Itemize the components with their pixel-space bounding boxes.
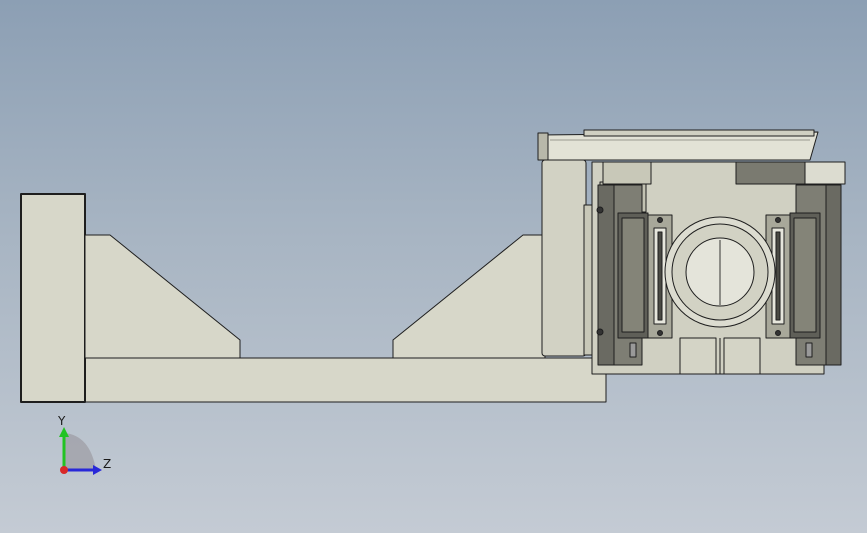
axis-triad	[59, 427, 102, 475]
z-axis-label: Z	[103, 457, 112, 471]
xy-plane-icon	[64, 433, 96, 470]
top-rail-cap	[583, 129, 815, 137]
cad-model	[20, 129, 846, 403]
left-gusset	[84, 234, 241, 359]
cad-viewport[interactable]: Y Z	[0, 0, 867, 533]
end-block	[20, 193, 86, 403]
side-column	[541, 159, 587, 357]
x-axis-dot	[60, 466, 68, 474]
right-gusset	[392, 234, 546, 359]
y-axis-label: Y	[58, 414, 66, 428]
base-plate	[84, 357, 607, 403]
right-slide-outer	[824, 184, 842, 366]
